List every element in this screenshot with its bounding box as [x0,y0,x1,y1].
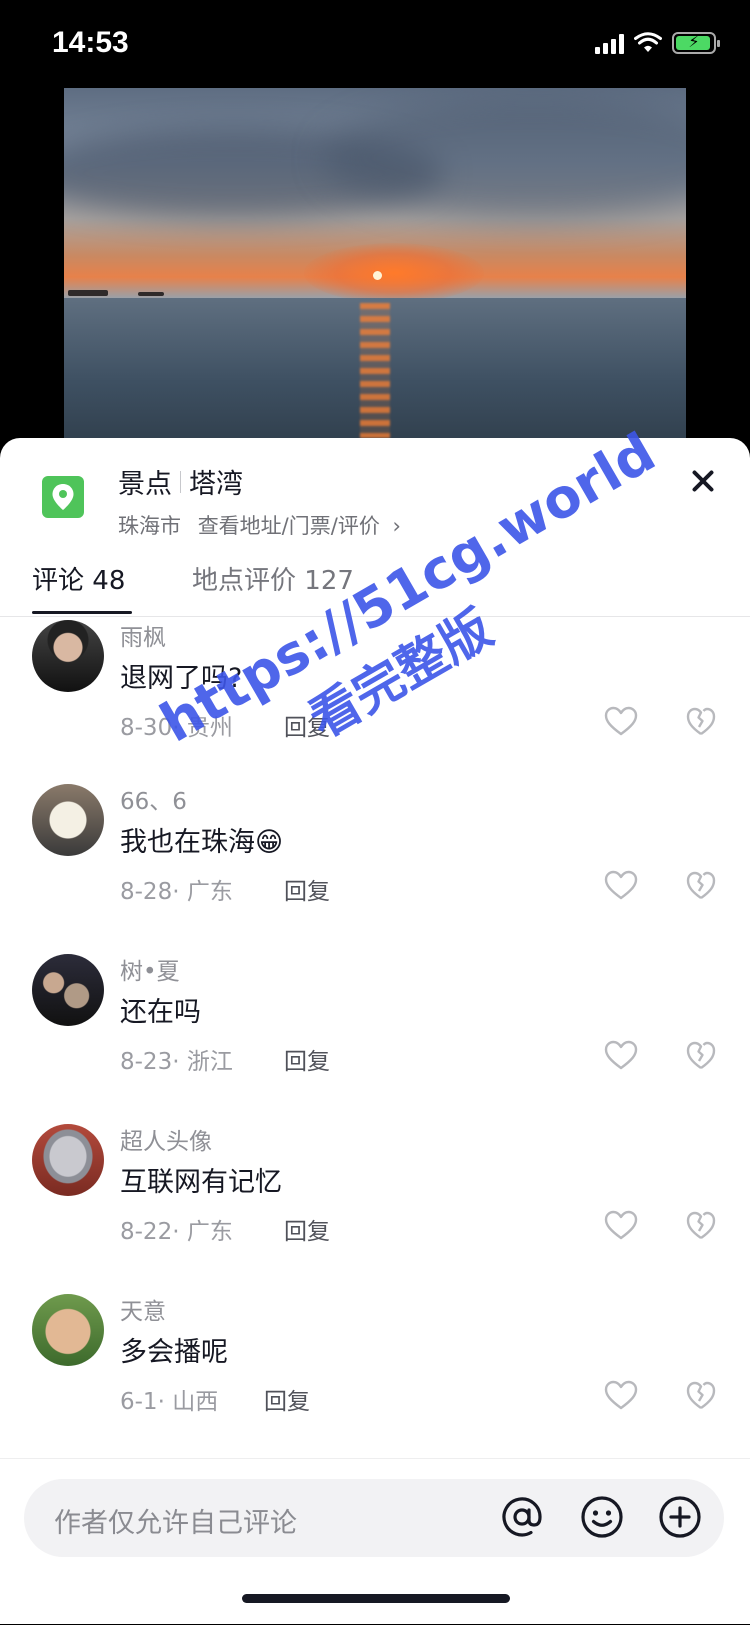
comment-date: 8-22 [120,1219,173,1245]
location-category: 景点 [118,469,172,500]
comment-region: 浙江 [186,1049,233,1075]
heart-icon[interactable] [604,1210,638,1240]
reply-button[interactable]: 回复 [284,872,330,906]
close-button[interactable] [688,466,718,496]
location-link-text: 查看地址/门票/评价 [197,514,380,538]
reply-button[interactable]: 回复 [284,1042,330,1076]
avatar[interactable] [32,1124,104,1196]
avatar[interactable] [32,620,104,692]
reply-button[interactable]: 回复 [264,1382,310,1416]
location-title[interactable]: 景点 塔湾 [118,462,243,501]
broken-heart-icon[interactable] [686,1040,716,1070]
comment-author[interactable]: 超人头像 [120,1122,212,1156]
broken-heart-icon[interactable] [686,706,716,736]
comment-item: 树•夏 还在吗 8-23· 浙江 回复 [0,952,750,1122]
heart-icon[interactable] [604,870,638,900]
reply-button[interactable]: 回复 [284,1212,330,1246]
comment-input-placeholder: 作者仅允许自己评论 [54,1508,297,1539]
status-bar: 14:53 ⚡ [0,0,750,88]
comment-item: 超人头像 互联网有记忆 8-22· 广东 回复 [0,1122,750,1292]
title-divider [180,470,181,493]
location-detail-link[interactable]: 珠海市 查看地址/门票/评价 › [118,510,401,540]
comment-meta: 8-22· 广东 [120,1219,233,1245]
comment-meta: 8-30· 贵州 [120,715,233,741]
reply-button[interactable]: 回复 [284,708,330,742]
comment-meta: 6-1· 山西 [120,1389,219,1415]
comment-author[interactable]: 雨枫 [120,618,166,652]
comment-text: 多会播呢 [120,1337,228,1368]
comment-date: 6-1 [120,1389,158,1415]
comment-sheet: 景点 塔湾 珠海市 查看地址/门票/评价 › 评论 48 地点评价 127 雨枫… [0,438,750,1624]
comment-meta: 8-28· 广东 [120,879,233,905]
comment-author[interactable]: 树•夏 [120,952,180,986]
comment-text: 还在吗 [120,997,201,1028]
broken-heart-icon[interactable] [686,870,716,900]
tab-reviews-label: 地点评价 [192,566,297,596]
wifi-icon [634,32,662,52]
comment-item: 66、6 我也在珠海😁 8-28· 广东 回复 [0,782,750,952]
location-name: 塔湾 [189,469,243,500]
home-indicator[interactable] [242,1594,510,1603]
emoji-icon[interactable] [578,1493,626,1541]
broken-heart-icon[interactable] [686,1380,716,1410]
tab-comments-label: 评论 [32,566,85,596]
comment-list[interactable]: 雨枫 退网了吗? 8-30· 贵州 回复 66、6 我也在珠海😁 8-28· 广… [0,618,750,1436]
comment-region: 广东 [186,1219,233,1245]
comment-meta: 8-23· 浙江 [120,1049,233,1075]
battery-icon: ⚡ [672,32,720,54]
comment-date: 8-28 [120,879,173,905]
heart-icon[interactable] [604,1040,638,1070]
avatar[interactable] [32,784,104,856]
comment-region: 广东 [186,879,233,905]
active-tab-indicator [32,611,132,614]
tab-place-reviews[interactable]: 地点评价 127 [192,560,354,597]
comment-region: 山西 [172,1389,219,1415]
sun-image [373,271,382,280]
tab-bar: 评论 48 地点评价 127 [0,548,750,617]
location-city: 珠海市 [118,514,181,538]
tab-reviews-count: 127 [304,566,354,596]
comment-input[interactable]: 作者仅允许自己评论 [24,1479,724,1557]
broken-heart-icon[interactable] [686,1210,716,1240]
comment-text: 退网了吗? [120,663,243,694]
heart-icon[interactable] [604,706,638,736]
status-time: 14:53 [52,26,129,59]
plus-circle-icon[interactable] [656,1493,704,1541]
comment-date: 8-23 [120,1049,173,1075]
location-pin-icon [42,476,84,518]
signal-icon [595,32,624,54]
tab-comments[interactable]: 评论 48 [32,560,125,597]
avatar[interactable] [32,954,104,1026]
avatar[interactable] [32,1294,104,1366]
video-player[interactable] [64,88,686,438]
comment-author[interactable]: 天意 [120,1292,166,1326]
chevron-right-icon: › [392,514,401,538]
comment-item: 雨枫 退网了吗? 8-30· 贵州 回复 [0,618,750,788]
comment-text: 互联网有记忆 [120,1167,282,1198]
comment-author[interactable]: 66、6 [120,782,187,816]
mention-icon[interactable] [498,1493,546,1541]
heart-icon[interactable] [604,1380,638,1410]
comment-region: 贵州 [186,715,233,741]
tab-comments-count: 48 [92,566,126,596]
status-icons: ⚡ [595,32,720,54]
comment-date: 8-30 [120,715,173,741]
comment-item: 天意 多会播呢 6-1· 山西 回复 [0,1292,750,1436]
comment-text: 我也在珠海😁 [120,827,284,858]
